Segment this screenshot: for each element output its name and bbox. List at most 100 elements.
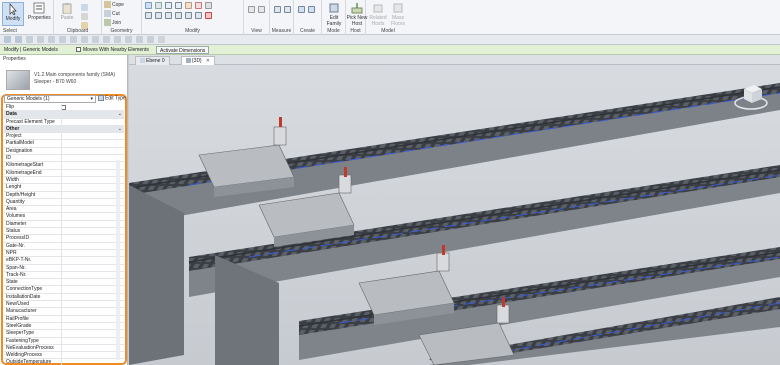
edit-type-button[interactable]: Edit Type xyxy=(98,95,126,101)
viewcube-icon[interactable] xyxy=(734,81,768,111)
property-row[interactable]: Precast Element Type xyxy=(4,118,124,126)
section-icon[interactable] xyxy=(114,36,121,43)
align-icon[interactable] xyxy=(145,2,152,9)
dimension-qat-icon[interactable] xyxy=(81,36,88,43)
split-icon[interactable] xyxy=(185,2,192,9)
property-row[interactable]: Span-Nr. xyxy=(4,264,124,272)
copy-element-icon[interactable] xyxy=(155,12,162,19)
3d-viewport[interactable] xyxy=(129,65,780,365)
select-dropdown[interactable]: Select xyxy=(0,28,53,34)
split-gap-icon[interactable] xyxy=(195,2,202,9)
property-row[interactable]: Designation xyxy=(4,147,124,156)
collapse-icon[interactable]: ⌄ xyxy=(118,111,122,117)
redo-icon[interactable] xyxy=(48,36,55,43)
property-section-header[interactable]: Other ⌄ xyxy=(4,125,124,134)
copy-icon[interactable] xyxy=(81,4,88,11)
collapse-icon[interactable]: ⌄ xyxy=(118,126,122,132)
property-row[interactable]: PartialModel xyxy=(4,140,124,148)
property-row[interactable]: Area xyxy=(4,206,124,214)
text-icon[interactable] xyxy=(92,36,99,43)
customize-qat-icon[interactable] xyxy=(158,36,165,43)
create-group-icon[interactable] xyxy=(308,6,315,13)
move-icon[interactable] xyxy=(145,12,152,19)
delete-icon[interactable] xyxy=(205,12,212,19)
measure-icon[interactable] xyxy=(274,6,281,13)
related-hosts-button[interactable]: Related Hosts xyxy=(367,2,389,27)
property-row[interactable]: ConnectionType xyxy=(4,286,124,294)
property-row[interactable]: Quantity xyxy=(4,198,124,207)
3d-view-icon[interactable] xyxy=(103,36,110,43)
dimension-icon[interactable] xyxy=(284,6,291,13)
modify-button[interactable]: Modify xyxy=(2,2,24,26)
property-row[interactable]: RailProfile xyxy=(4,315,124,323)
property-row[interactable]: NeEvaluationProcess xyxy=(4,344,124,353)
cope-button[interactable]: Cope xyxy=(104,1,124,8)
property-row[interactable]: Manucacturer xyxy=(4,308,124,316)
mirror-axis-icon[interactable] xyxy=(165,2,172,9)
precast-element-1[interactable] xyxy=(198,117,295,197)
sync-icon[interactable] xyxy=(26,36,33,43)
pick-new-host-button[interactable]: Pick New Host xyxy=(346,2,368,27)
property-row[interactable]: eBKP-T-Nr. xyxy=(4,257,124,265)
cut-geometry-button[interactable]: Cut xyxy=(104,10,120,17)
property-row[interactable]: Volumes xyxy=(4,213,124,221)
thin-lines-icon[interactable] xyxy=(125,36,132,43)
property-row[interactable]: SteelGrade xyxy=(4,322,124,331)
tab-3d[interactable]: {3D} ✕ xyxy=(181,56,215,65)
paste-button[interactable]: Paste xyxy=(56,2,78,21)
flip-checkbox[interactable] xyxy=(61,105,66,110)
hide-icon[interactable] xyxy=(248,6,255,13)
rotate-icon[interactable] xyxy=(165,12,172,19)
property-row[interactable]: KilometrageStart xyxy=(4,162,124,170)
override-graphics-icon[interactable] xyxy=(258,6,265,13)
properties-button[interactable]: Properties xyxy=(28,2,51,21)
property-row[interactable]: Width xyxy=(4,176,124,185)
scale-icon[interactable] xyxy=(195,12,202,19)
property-row[interactable]: Lenght xyxy=(4,184,124,192)
edit-family-button[interactable]: Edit Family xyxy=(323,2,345,27)
property-row[interactable]: FasteningType xyxy=(4,337,124,345)
measure-qat-icon[interactable] xyxy=(70,36,77,43)
property-row[interactable]: NPR xyxy=(4,249,124,258)
cut-icon[interactable] xyxy=(81,13,88,20)
property-row[interactable]: SleeperType xyxy=(4,330,124,338)
properties-scrollbar[interactable] xyxy=(116,160,120,360)
property-row[interactable]: ID xyxy=(4,155,124,163)
offset-icon[interactable] xyxy=(155,2,162,9)
property-row[interactable]: Project xyxy=(4,133,124,141)
create-assembly-icon[interactable] xyxy=(298,6,305,13)
join-button[interactable]: Join xyxy=(104,19,121,26)
property-row[interactable]: Status xyxy=(4,228,124,236)
save-icon[interactable] xyxy=(15,36,22,43)
property-row[interactable]: State xyxy=(4,279,124,287)
trim-icon[interactable] xyxy=(175,12,182,19)
close-icon[interactable]: ✕ xyxy=(206,58,210,64)
property-row[interactable]: New/Used xyxy=(4,301,124,309)
property-row[interactable]: InstallationDate xyxy=(4,293,124,302)
open-icon[interactable] xyxy=(4,36,11,43)
tab-ebene-0[interactable]: Ebene 0 xyxy=(135,56,170,65)
property-row[interactable]: OutsideTemperature xyxy=(4,359,124,365)
property-row[interactable]: WeldingProcess xyxy=(4,352,124,360)
property-section-header[interactable]: Data ⌄ xyxy=(4,111,124,119)
moves-with-nearby-checkbox[interactable]: Moves With Nearby Elements xyxy=(76,47,149,53)
pin-icon[interactable] xyxy=(205,2,212,9)
property-row[interactable]: KilometrageEnd xyxy=(4,169,124,177)
property-row[interactable]: Diameter xyxy=(4,220,124,229)
switch-windows-icon[interactable] xyxy=(147,36,154,43)
array-icon[interactable] xyxy=(185,12,192,19)
cut-label: Cut xyxy=(112,10,120,17)
property-row[interactable]: Flip xyxy=(4,104,124,112)
property-row[interactable]: Track-Nr. xyxy=(4,271,124,280)
property-row[interactable]: Gate-Nr. xyxy=(4,242,124,250)
close-hidden-icon[interactable] xyxy=(136,36,143,43)
mass-floors-button[interactable]: Mass Floors xyxy=(387,2,409,27)
print-icon[interactable] xyxy=(59,36,66,43)
mirror-draw-icon[interactable] xyxy=(175,2,182,9)
undo-icon[interactable] xyxy=(37,36,44,43)
property-row[interactable]: Depth/Height xyxy=(4,191,124,199)
activate-dimensions-button[interactable]: Activate Dimensions xyxy=(156,46,210,54)
property-row[interactable]: ProcessID xyxy=(4,235,124,243)
type-selector[interactable]: V1.2.Main components family (SMA) Sleepe… xyxy=(3,64,125,94)
instance-filter-dropdown[interactable]: Generic Models (1) ▾ xyxy=(4,95,96,103)
